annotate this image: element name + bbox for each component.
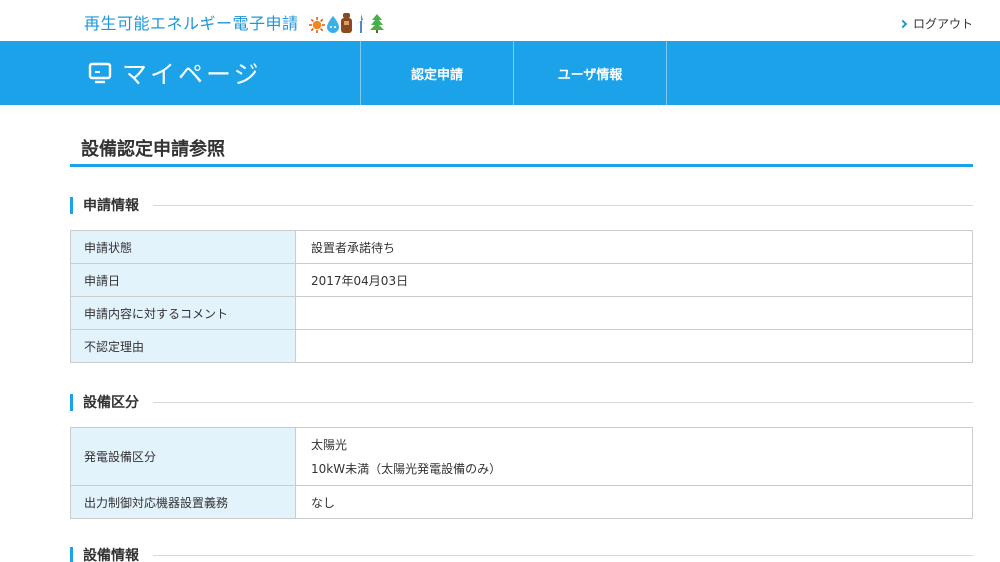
- row-value-line: 10kW未満（太陽光発電設備のみ）: [311, 461, 502, 476]
- application-info-table: 申請状態 設置者承諾待ち 申請日 2017年04月03日 申請内容に対するコメン…: [70, 230, 973, 363]
- row-value: なし: [295, 485, 973, 519]
- heading-accent-bar: [70, 393, 73, 411]
- nav-item-label: 認定申請: [410, 67, 463, 83]
- mypage-label: マイページ: [122, 60, 262, 89]
- nav-item-label: ユーザ情報: [557, 67, 623, 83]
- section-heading-label: 申請情報: [83, 198, 139, 214]
- title-underline: [70, 164, 973, 167]
- main-nav: マイページ 認定申請 ユーザ情報: [0, 41, 1000, 105]
- brand-mascots: [308, 11, 386, 33]
- row-value: 設置者承諾待ち: [295, 230, 973, 264]
- row-label: 申請状態: [70, 230, 296, 264]
- section-heading-equipment: 設備情報: [70, 545, 973, 562]
- monitor-icon: [88, 62, 112, 84]
- section-heading-label: 設備情報: [83, 548, 139, 562]
- row-label: 発電設備区分: [70, 427, 296, 486]
- table-row: 申請内容に対するコメント: [70, 296, 973, 330]
- top-header: 再生可能エネルギー電子申請 ログアウト: [0, 0, 1000, 41]
- row-value: 太陽光 10kW未満（太陽光発電設備のみ）: [295, 427, 973, 486]
- row-value: 2017年04月03日: [295, 263, 973, 297]
- wind-turbine-icon: [354, 14, 367, 33]
- brand-logo[interactable]: 再生可能エネルギー電子申請: [84, 10, 386, 34]
- sun-icon: [308, 17, 325, 33]
- tree-icon: [369, 14, 384, 33]
- table-row: 申請日 2017年04月03日: [70, 263, 973, 297]
- row-value: [295, 329, 973, 363]
- nav-item-user-info[interactable]: ユーザ情報: [514, 41, 666, 105]
- section-heading-application: 申請情報: [70, 195, 973, 215]
- heading-divider: [153, 554, 973, 556]
- row-value: [295, 296, 973, 330]
- row-label: 不認定理由: [70, 329, 296, 363]
- row-label: 申請内容に対するコメント: [70, 296, 296, 330]
- table-row: 出力制御対応機器設置義務 なし: [70, 485, 973, 519]
- table-row: 申請状態 設置者承諾待ち: [70, 230, 973, 264]
- section-heading-category: 設備区分: [70, 392, 973, 412]
- chevron-right-icon: [898, 19, 908, 28]
- bear-icon: [340, 13, 352, 33]
- row-label: 申請日: [70, 263, 296, 297]
- logout-label: ログアウト: [912, 17, 973, 31]
- mypage-link[interactable]: マイページ: [88, 41, 262, 105]
- row-label: 出力制御対応機器設置義務: [70, 485, 296, 519]
- heading-divider: [153, 401, 973, 403]
- heading-accent-bar: [70, 546, 73, 562]
- heading-accent-bar: [70, 196, 73, 214]
- nav-item-certification-application[interactable]: 認定申請: [361, 41, 513, 105]
- table-row: 発電設備区分 太陽光 10kW未満（太陽光発電設備のみ）: [70, 427, 973, 486]
- brand-title: 再生可能エネルギー電子申請: [84, 14, 299, 33]
- logout-link[interactable]: ログアウト: [898, 15, 973, 32]
- heading-divider: [153, 204, 973, 206]
- section-heading-label: 設備区分: [83, 395, 139, 411]
- table-row: 不認定理由: [70, 329, 973, 363]
- water-drop-icon: [326, 16, 339, 33]
- row-value-line: 太陽光: [311, 437, 348, 452]
- nav-divider: [666, 41, 667, 105]
- page-title: 設備認定申請参照: [81, 139, 225, 160]
- equipment-category-table: 発電設備区分 太陽光 10kW未満（太陽光発電設備のみ） 出力制御対応機器設置義…: [70, 427, 973, 519]
